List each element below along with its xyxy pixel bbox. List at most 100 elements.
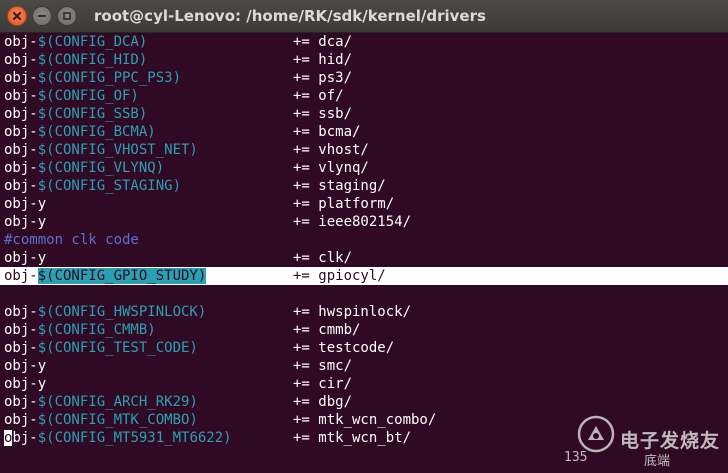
line-target-column: obj-$(CONFIG_ARCH_RK29) [4, 393, 198, 411]
minimize-button[interactable] [32, 6, 52, 26]
assignment: += cir/ [293, 376, 353, 392]
terminal-line: obj-y += platform/ [0, 195, 728, 213]
line-target-column: obj-$(CONFIG_MT5931_MT6622) [4, 429, 232, 447]
line-number: 135 [564, 450, 588, 465]
line-target-column: obj-y [4, 357, 46, 375]
obj-prefix: obj- [4, 178, 38, 194]
obj-prefix: obj- [4, 430, 38, 446]
assignment: += dbg/ [293, 394, 353, 410]
line-target-column: obj-$(CONFIG_HID) [4, 51, 147, 69]
obj-prefix: obj- [4, 52, 38, 68]
code-comment: #common clk code [4, 232, 139, 248]
obj-prefix: obj- [4, 142, 38, 158]
maximize-button[interactable] [57, 6, 77, 26]
terminal-line: obj-$(CONFIG_HWSPINLOCK) += hwspinlock/ [0, 303, 728, 321]
obj-prefix: obj- [4, 34, 38, 50]
assignment: += staging/ [293, 178, 386, 194]
maximize-icon [62, 11, 72, 21]
watermark-logo-icon [577, 415, 615, 453]
config-variable: $(CONFIG_MT5931_MT6622) [37, 430, 232, 446]
terminal-line: obj-$(CONFIG_STAGING) += staging/ [0, 177, 728, 195]
terminal-line: obj-$(CONFIG_DCA) += dca/ [0, 33, 728, 51]
config-variable: $(CONFIG_PPC_PS3) [37, 70, 182, 86]
assignment: += ps3/ [293, 70, 353, 86]
config-variable: $(CONFIG_HWSPINLOCK) [37, 304, 207, 320]
config-variable: $(CONFIG_BCMA) [37, 124, 156, 140]
line-target-column: obj-$(CONFIG_BCMA) [4, 123, 156, 141]
terminal-line: #common clk code [0, 231, 728, 249]
assignment: += of/ [293, 88, 344, 104]
config-variable: $(CONFIG_ARCH_RK29) [37, 394, 198, 410]
assignment: += gpiocyl/ [293, 268, 386, 284]
config-variable: $(CONFIG_MTK_COMBO) [37, 412, 198, 428]
watermark: 电子发烧友 135 底端 [564, 410, 724, 469]
config-variable: $(CONFIG_DCA) [37, 34, 148, 50]
obj-prefix: obj- [4, 322, 38, 338]
config-variable: $(CONFIG_VHOST_NET) [37, 142, 198, 158]
line-target-column: obj-$(CONFIG_SSB) [4, 105, 147, 123]
assignment: += testcode/ [293, 340, 395, 356]
terminal-window: root@cyl-Lenovo: /home/RK/sdk/kernel/dri… [0, 0, 728, 473]
assignment: += hwspinlock/ [293, 304, 412, 320]
obj-prefix: obj-y [4, 196, 47, 212]
config-variable: $(CONFIG_VLYNQ) [37, 160, 165, 176]
terminal-line-highlighted: obj-$(CONFIG_GPIO_STUDY) += gpiocyl/ [0, 267, 728, 285]
config-variable: $(CONFIG_OF) [37, 88, 139, 104]
assignment: += cmmb/ [293, 322, 361, 338]
line-target-column: obj-y [4, 195, 46, 213]
terminal-line: obj-$(CONFIG_ARCH_RK29) += dbg/ [0, 393, 728, 411]
obj-prefix: obj- [4, 268, 38, 284]
terminal-content[interactable]: obj-$(CONFIG_DCA) += dca/obj-$(CONFIG_HID… [0, 33, 728, 473]
assignment: += bcma/ [293, 124, 361, 140]
obj-prefix: obj-y [4, 358, 47, 374]
line-target-column: obj-y [4, 213, 46, 231]
line-target-column: obj-$(CONFIG_HWSPINLOCK) [4, 303, 206, 321]
line-target-column: obj-y [4, 249, 46, 267]
obj-prefix: obj-y [4, 214, 47, 230]
terminal-line: obj-$(CONFIG_TEST_CODE) += testcode/ [0, 339, 728, 357]
terminal-line: obj-$(CONFIG_OF) += of/ [0, 87, 728, 105]
obj-prefix: obj- [4, 70, 38, 86]
title-bar[interactable]: root@cyl-Lenovo: /home/RK/sdk/kernel/dri… [0, 0, 728, 33]
line-target-column: obj-$(CONFIG_PPC_PS3) [4, 69, 181, 87]
obj-prefix: obj-y [4, 376, 47, 392]
terminal-line: obj-$(CONFIG_VLYNQ) += vlynq/ [0, 159, 728, 177]
config-variable: $(CONFIG_STAGING) [37, 178, 182, 194]
line-target-column: obj-$(CONFIG_DCA) [4, 33, 147, 51]
terminal-line: obj-y += clk/ [0, 249, 728, 267]
config-variable: $(CONFIG_SSB) [37, 106, 148, 122]
line-target-column: obj-y [4, 375, 46, 393]
terminal-line: obj-$(CONFIG_SSB) += ssb/ [0, 105, 728, 123]
assignment: += vlynq/ [293, 160, 369, 176]
obj-prefix: obj- [4, 412, 38, 428]
assignment: += platform/ [293, 196, 395, 212]
obj-prefix: obj- [4, 340, 38, 356]
close-icon [12, 11, 22, 21]
obj-prefix: obj- [4, 394, 38, 410]
terminal-line: obj-y += cir/ [0, 375, 728, 393]
line-target-column: obj-$(CONFIG_GPIO_STUDY) [4, 267, 207, 285]
minimize-icon [37, 11, 47, 21]
terminal-line: obj-$(CONFIG_CMMB) += cmmb/ [0, 321, 728, 339]
config-variable: $(CONFIG_CMMB) [37, 322, 156, 338]
terminal-line: obj-$(CONFIG_VHOST_NET) += vhost/ [0, 141, 728, 159]
obj-prefix: obj- [4, 124, 38, 140]
config-variable: $(CONFIG_HID) [37, 52, 148, 68]
window-title: root@cyl-Lenovo: /home/RK/sdk/kernel/dri… [94, 7, 486, 25]
watermark-brand: 电子发烧友 [620, 430, 721, 452]
assignment: += hid/ [293, 52, 353, 68]
assignment: += dca/ [293, 34, 353, 50]
assignment: += clk/ [293, 250, 353, 266]
obj-prefix: obj-y [4, 250, 47, 266]
close-button[interactable] [7, 6, 27, 26]
assignment: += vhost/ [293, 142, 369, 158]
scroll-position: 底端 [644, 454, 671, 469]
line-target-column: obj-$(CONFIG_MTK_COMBO) [4, 411, 198, 429]
obj-prefix: obj- [4, 88, 38, 104]
terminal-line: obj-y += smc/ [0, 357, 728, 375]
line-target-column: obj-$(CONFIG_OF) [4, 87, 139, 105]
line-target-column: obj-$(CONFIG_VHOST_NET) [4, 141, 198, 159]
obj-prefix: obj- [4, 106, 38, 122]
terminal-line: obj-$(CONFIG_HID) += hid/ [0, 51, 728, 69]
